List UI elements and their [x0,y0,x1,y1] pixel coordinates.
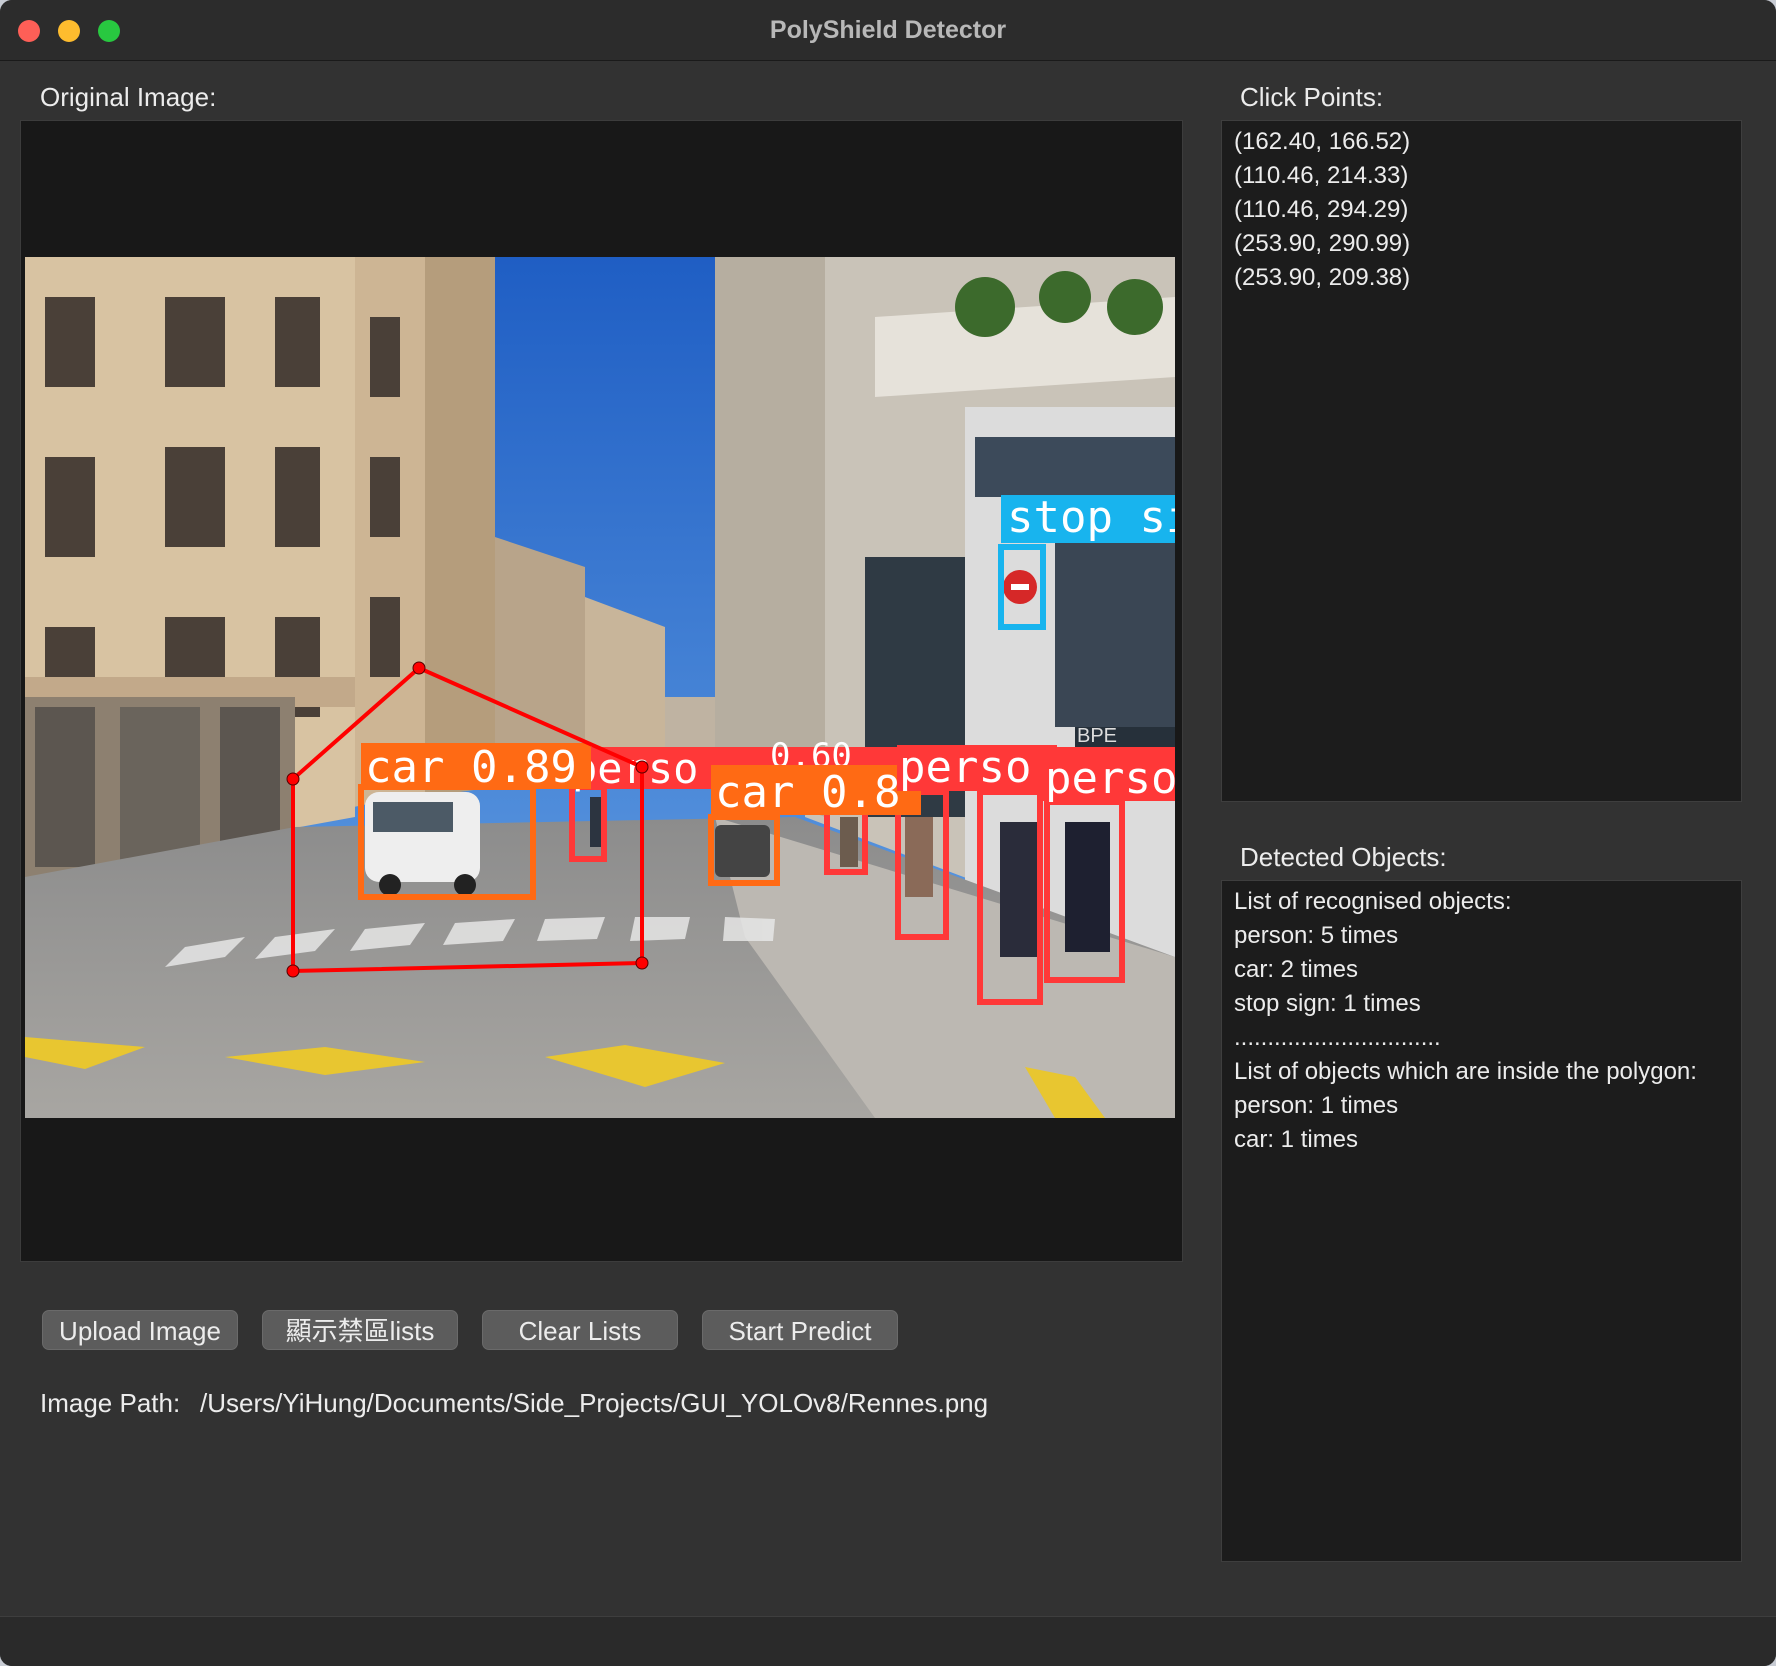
click-points-list[interactable]: (162.40, 166.52) (110.46, 214.33) (110.4… [1221,120,1742,802]
detection-label-stop-sign: stop si [1007,492,1175,543]
polygon-vertex[interactable] [412,661,426,675]
title-bar: PolyShield Detector [0,0,1776,61]
detected-objects-separator: ............................... [1234,1024,1441,1051]
show-forbidden-zone-lists-button[interactable]: 顯示禁區lists [262,1310,458,1350]
click-point-item[interactable]: (162.40, 166.52) [1234,125,1729,159]
polygon-vertex[interactable] [635,956,649,970]
clear-lists-button[interactable]: Clear Lists [482,1310,678,1350]
click-points-label: Click Points: [1240,82,1384,112]
detected-objects-line: List of recognised objects: [1234,888,1512,915]
polygon-vertex[interactable] [635,760,649,774]
image-path-value: /Users/YiHung/Documents/Side_Projects/GU… [200,1388,989,1418]
bpe-shop-sign: BPE [1077,725,1117,747]
start-predict-button[interactable]: Start Predict [702,1310,898,1350]
click-point-item[interactable]: (253.90, 209.38) [1234,261,1729,295]
original-image-label: Original Image: [40,82,217,112]
detection-label-person-4: perso [1045,753,1175,804]
click-point-item[interactable]: (110.46, 294.29) [1234,193,1729,227]
detected-objects-line: person: 5 times [1234,922,1399,949]
window-title: PolyShield Detector [769,16,1007,44]
detected-objects-line: person: 1 times [1234,1092,1399,1119]
detected-objects-line: car: 2 times [1234,956,1359,983]
detection-label-car-2: car 0.8 [715,767,900,818]
app-window: PolyShield Detector Original Image: BPE … [0,0,1776,1666]
polygon-vertex[interactable] [286,964,300,978]
detected-objects-label: Detected Objects: [1240,842,1447,872]
image-path-label: Image Path: [40,1388,181,1418]
original-image-view[interactable]: BPE stop si perso 0.60 car 0.89 car 0.8 … [20,120,1183,1262]
street-scene-image[interactable]: BPE stop si perso 0.60 car 0.89 car 0.8 … [25,257,1175,1118]
click-point-item[interactable]: (110.46, 214.33) [1234,159,1729,193]
status-bar [0,1616,1776,1666]
detection-label-car-1: car 0.89 [365,742,577,793]
upload-image-button[interactable]: Upload Image [42,1310,238,1350]
polygon-vertex[interactable] [286,772,300,786]
detected-objects-text[interactable]: List of recognised objects: person: 5 ti… [1221,880,1742,1562]
detected-objects-line: stop sign: 1 times [1234,990,1421,1017]
detection-label-person-3: perso [899,742,1031,793]
detected-objects-line: car: 1 times [1234,1126,1359,1153]
detected-objects-line: List of objects which are inside the pol… [1234,1058,1697,1085]
click-point-item[interactable]: (253.90, 290.99) [1234,227,1729,261]
